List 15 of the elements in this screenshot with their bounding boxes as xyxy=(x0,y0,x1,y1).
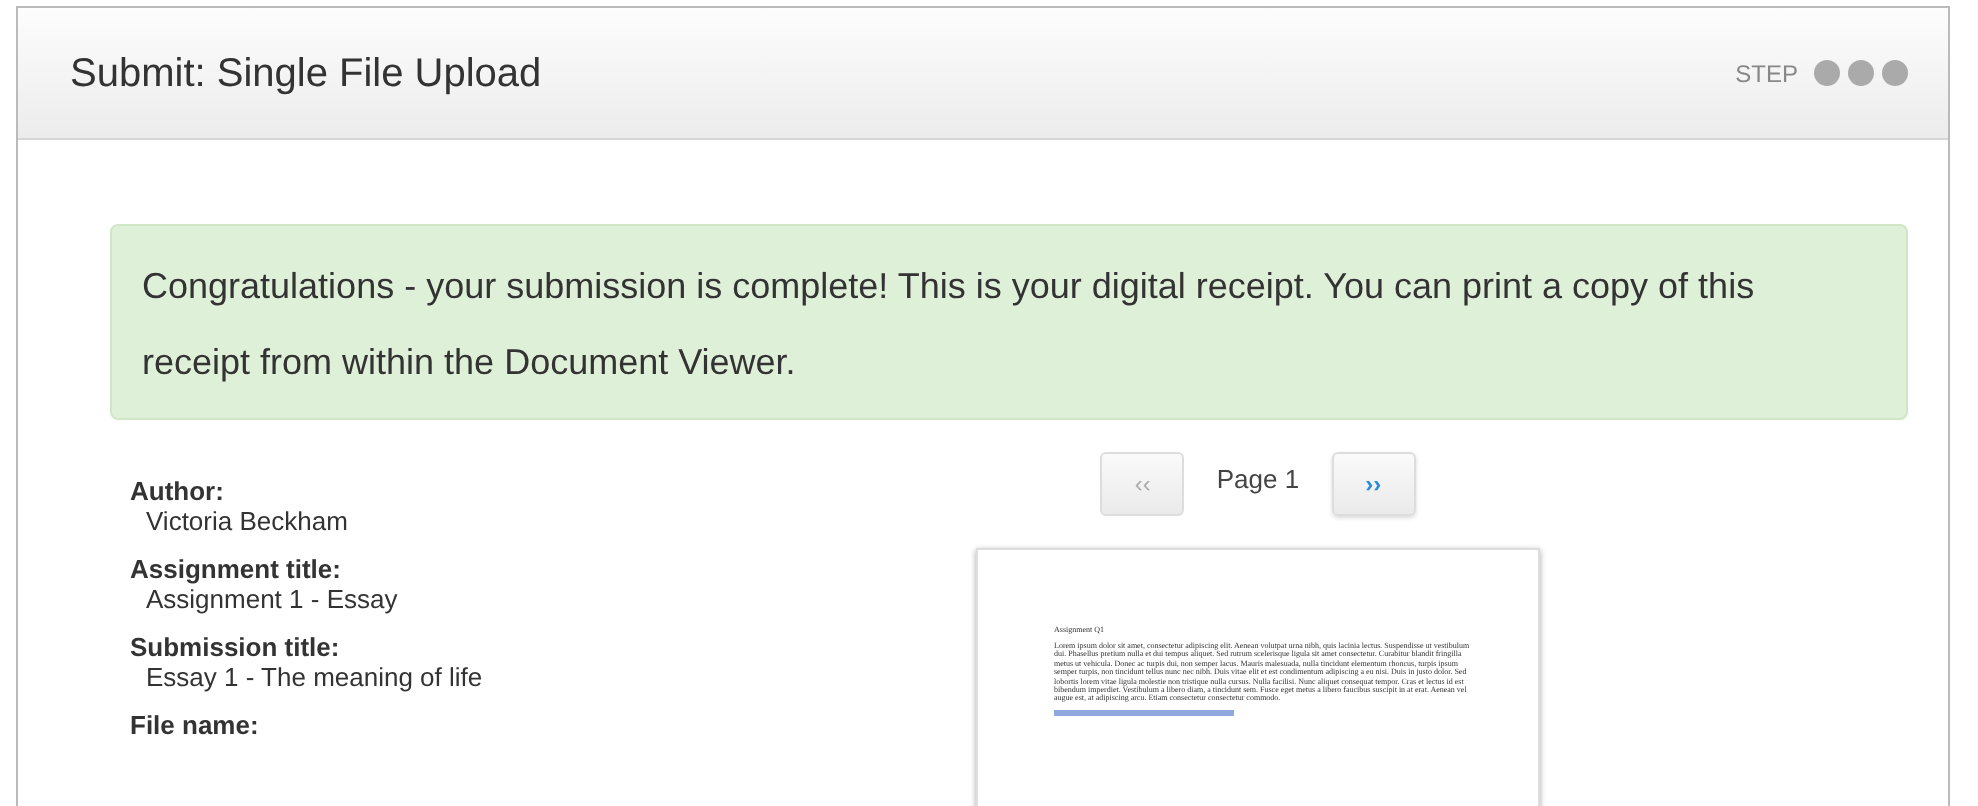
success-message: Congratulations - your submission is complete! This is your digital receipt. You can print a copy of this receipt from within the Document Viewer. xyxy=(110,224,1908,420)
page-number: Page 1 xyxy=(1216,462,1300,498)
field-label: File name: xyxy=(130,710,261,740)
field-label: Submission title: xyxy=(130,632,342,662)
step-dot-icon xyxy=(1848,60,1874,86)
step-dot-icon xyxy=(1882,60,1908,86)
next-page-button[interactable]: ›› xyxy=(1331,452,1416,516)
step-label: STEP xyxy=(1735,57,1798,91)
panel-title: Submit: Single File Upload xyxy=(70,49,542,99)
field-value: Victoria Beckham xyxy=(144,506,350,538)
field-value: Assignment 1 - Essay xyxy=(144,584,400,616)
field-value: Essay 1 - The meaning of life xyxy=(144,662,485,694)
step-dot-icon xyxy=(1814,60,1840,86)
field-label: Assignment title: xyxy=(130,554,343,584)
field-label: Author: xyxy=(130,476,226,506)
